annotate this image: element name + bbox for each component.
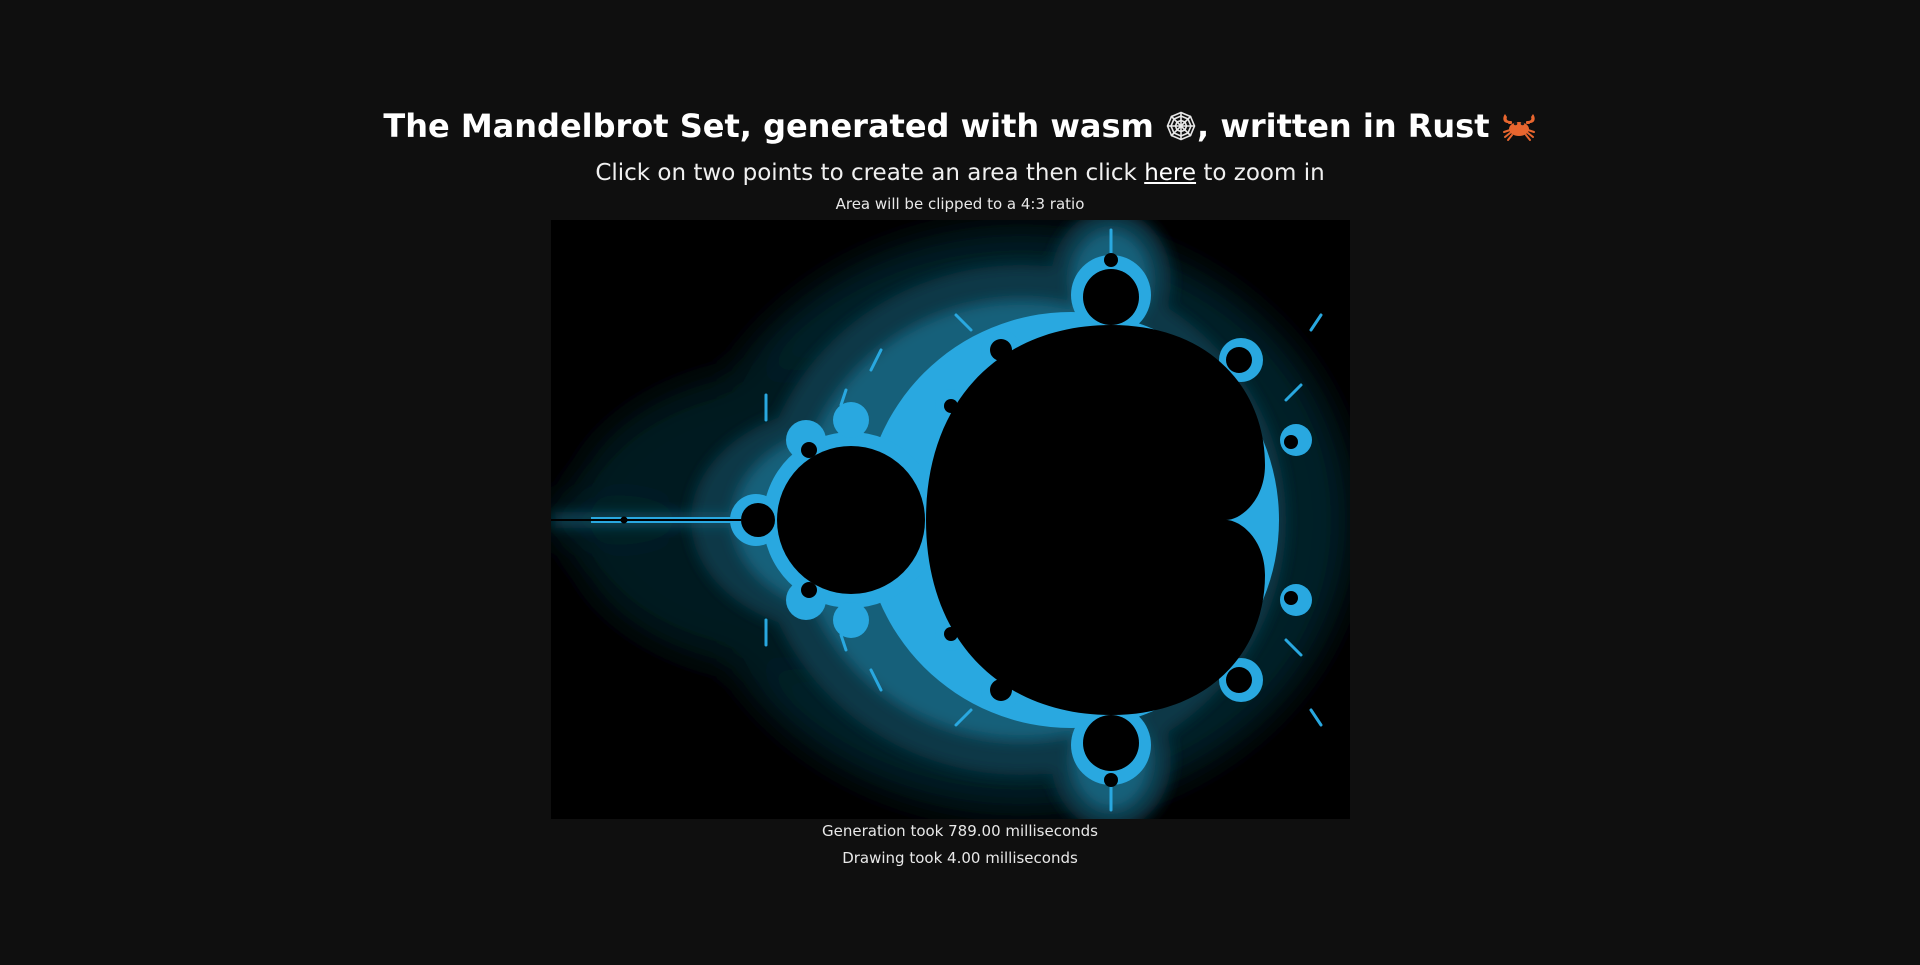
drawing-time: Drawing took 4.00 milliseconds: [842, 849, 1078, 867]
page-title: The Mandelbrot Set, generated with wasm …: [0, 104, 1920, 153]
spider-web-icon: [1165, 109, 1197, 153]
mandelbrot-image: [551, 220, 1350, 819]
title-text-part2: , written in Rust: [1197, 107, 1490, 145]
instructions-text-after: to zoom in: [1203, 160, 1325, 186]
page: The Mandelbrot Set, generated with wasm …: [0, 0, 1920, 965]
crab-icon: [1501, 109, 1537, 153]
generation-time: Generation took 789.00 milliseconds: [822, 822, 1098, 840]
title-text-part1: The Mandelbrot Set, generated with wasm: [383, 107, 1154, 145]
instructions: Click on two points to create an area th…: [0, 158, 1920, 188]
instructions-text-before: Click on two points to create an area th…: [595, 160, 1137, 186]
zoom-in-link[interactable]: here: [1144, 160, 1196, 186]
mandelbrot-canvas[interactable]: [551, 220, 1350, 819]
ratio-note: Area will be clipped to a 4:3 ratio: [835, 195, 1085, 213]
